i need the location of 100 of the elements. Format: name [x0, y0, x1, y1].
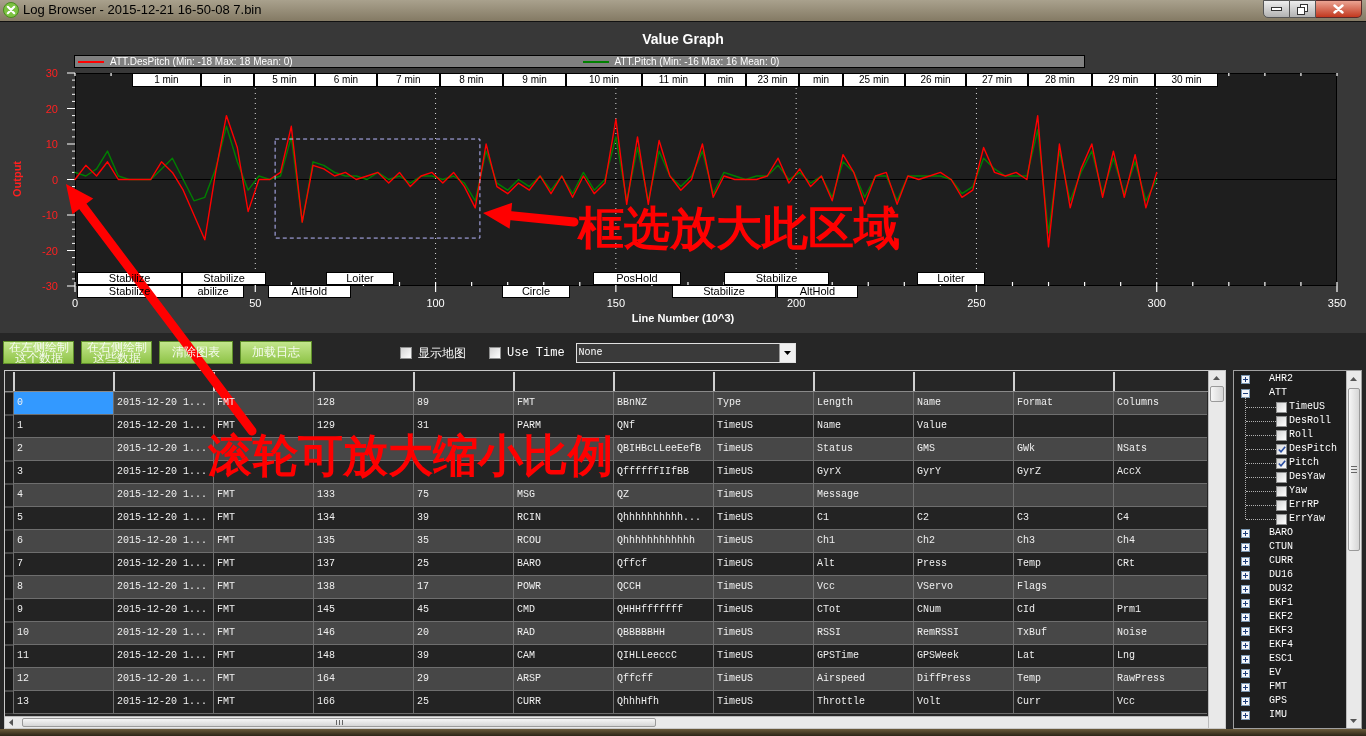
checkbox[interactable] — [400, 346, 412, 359]
vertical-scrollbar[interactable] — [1346, 371, 1361, 728]
legend-line-icon — [582, 60, 609, 63]
scroll-up-icon[interactable] — [1350, 377, 1357, 381]
checkbox[interactable] — [1276, 485, 1287, 497]
minimize-button[interactable] — [1263, 0, 1290, 18]
checkbox-label[interactable]: 显示地图 — [418, 345, 466, 360]
horizontal-scrollbar[interactable] — [5, 716, 1208, 728]
tree-item[interactable]: IMU — [1269, 709, 1287, 721]
restore-button[interactable] — [1290, 0, 1316, 18]
legend-label: ATT.Pitch (Min: -16 Max: 16 Mean: 0) — [614, 56, 780, 67]
tree-item[interactable]: ATT — [1269, 387, 1287, 399]
checkbox[interactable] — [1276, 499, 1287, 511]
expand-icon[interactable] — [1241, 626, 1250, 636]
expand-icon[interactable] — [1241, 668, 1250, 678]
tree-item[interactable]: DesPitch — [1289, 443, 1337, 455]
table-cell: 0 — [13, 392, 113, 415]
tree-item[interactable]: GPS — [1269, 695, 1287, 707]
expand-icon[interactable] — [1241, 640, 1250, 650]
checkbox[interactable] — [1276, 471, 1287, 483]
tree-item[interactable]: EKF3 — [1269, 625, 1293, 637]
scroll-up-icon[interactable] — [1213, 376, 1220, 380]
tree-item[interactable]: EV — [1269, 667, 1281, 679]
scroll-down-icon[interactable] — [1350, 719, 1357, 723]
time-label: 25 min — [843, 73, 906, 87]
table-cell: QhhhHfh — [613, 691, 713, 714]
tree-item[interactable]: AHR2 — [1269, 373, 1293, 385]
expand-icon[interactable] — [1241, 374, 1250, 384]
tree-item[interactable]: BARO — [1269, 527, 1293, 539]
tree-item[interactable]: FMT — [1269, 681, 1287, 693]
expand-icon[interactable] — [1241, 682, 1250, 692]
dropdown[interactable]: None — [575, 342, 796, 363]
table-row[interactable]: 6 2015-12-20 1... FMT 135 35 RCOU Qhhhhhhhhhhhh TimeUS Ch1 Ch2 Ch3 Ch4 — [5, 530, 1207, 553]
checkbox[interactable] — [1276, 513, 1287, 525]
checkbox[interactable] — [1276, 443, 1287, 455]
expand-icon[interactable] — [1241, 710, 1250, 720]
minimize-icon — [1271, 7, 1282, 11]
tree-item[interactable]: DU16 — [1269, 569, 1293, 581]
expand-icon[interactable] — [1241, 528, 1250, 538]
tree-item[interactable]: EKF1 — [1269, 597, 1293, 609]
tree-item[interactable]: CTUN — [1269, 541, 1293, 553]
y-tick-label: 0 — [51, 172, 58, 187]
tree-item[interactable]: EKF2 — [1269, 611, 1293, 623]
checkbox[interactable] — [489, 346, 501, 359]
tree-item[interactable]: ESC1 — [1269, 653, 1293, 665]
table-row[interactable]: 12 2015-12-20 1... FMT 164 29 ARSP Qffcff TimeUS Airspeed DiffPress Temp RawPress — [5, 668, 1207, 691]
expand-icon[interactable] — [1241, 696, 1250, 706]
x-tick-label: 250 — [967, 297, 986, 309]
tree-item[interactable]: DU32 — [1269, 583, 1293, 595]
selection-rectangle[interactable] — [274, 138, 481, 239]
table-row[interactable]: 4 2015-12-20 1... FMT 133 75 MSG QZ TimeUS Message — [5, 484, 1207, 507]
y-tick-label: -20 — [42, 243, 58, 258]
expand-icon[interactable] — [1241, 556, 1250, 566]
checkbox-label[interactable]: Use Time — [507, 345, 565, 360]
tree-item[interactable]: EKF4 — [1269, 639, 1293, 651]
tree-item[interactable]: Roll — [1289, 429, 1313, 441]
tree-item[interactable]: CURR — [1269, 555, 1293, 567]
checkbox[interactable] — [1276, 429, 1287, 441]
y-tick-label: 10 — [45, 137, 58, 151]
table-row[interactable]: 11 2015-12-20 1... FMT 148 39 CAM QIHLLeeccC TimeUS GPSTime GPSWeek Lat Lng — [5, 645, 1207, 668]
table-cell: TimeUS — [713, 691, 813, 714]
mode-label: Circle — [501, 285, 571, 298]
mode-label: Stabilize — [724, 272, 829, 285]
legend-label: ATT.DesPitch (Min: -18 Max: 18 Mean: 0) — [110, 56, 293, 67]
time-label: 9 min — [503, 73, 567, 87]
table-row[interactable]: 13 2015-12-20 1... FMT 166 25 CURR QhhhHfh TimeUS Throttle Volt Curr Vcc — [5, 691, 1207, 714]
time-label: 11 min — [641, 73, 705, 87]
vertical-scrollbar[interactable] — [1208, 371, 1225, 728]
expand-icon[interactable] — [1241, 598, 1250, 608]
collapse-icon[interactable] — [1241, 388, 1250, 398]
time-label: 5 min — [253, 73, 316, 87]
expand-icon[interactable] — [1241, 542, 1250, 552]
scrollbar-thumb[interactable] — [1210, 386, 1224, 402]
table-row[interactable]: 8 2015-12-20 1... FMT 138 17 POWR QCCH TimeUS Vcc VServo Flags — [5, 576, 1207, 599]
expand-icon[interactable] — [1241, 612, 1250, 622]
expand-icon[interactable] — [1241, 584, 1250, 594]
table-cell: 25 — [413, 691, 513, 714]
expand-icon[interactable] — [1241, 570, 1250, 580]
tree-item[interactable]: Pitch — [1289, 457, 1319, 469]
table-row[interactable]: 10 2015-12-20 1... FMT 146 20 RAD QBBBBBHH TimeUS RSSI RemRSSI TxBuf Noise — [5, 622, 1207, 645]
expand-icon[interactable] — [1241, 654, 1250, 664]
close-button[interactable] — [1316, 0, 1362, 18]
table-cell: 2015-12-20 1... — [113, 691, 213, 714]
tree-item[interactable]: Yaw — [1289, 485, 1307, 497]
tree-item[interactable]: TimeUS — [1289, 401, 1325, 413]
table-row[interactable]: 9 2015-12-20 1... FMT 145 45 CMD QHHHfffffff TimeUS CTot CNum CId Prm1 — [5, 599, 1207, 622]
scrollbar-thumb[interactable] — [1348, 388, 1360, 551]
tree-item[interactable]: DesRoll — [1289, 415, 1331, 427]
tree-item[interactable]: DesYaw — [1289, 471, 1325, 483]
checkbox[interactable] — [1276, 415, 1287, 427]
tree-item[interactable]: ErrYaw — [1289, 513, 1325, 525]
grip-icon — [1351, 466, 1357, 473]
checkbox[interactable] — [1276, 401, 1287, 413]
table-row[interactable]: 5 2015-12-20 1... FMT 134 39 RCIN Qhhhhhhhhhh... TimeUS C1 C2 C3 C4 — [5, 507, 1207, 530]
table-row[interactable]: 7 2015-12-20 1... FMT 137 25 BARO Qffcf TimeUS Alt Press Temp CRt — [5, 553, 1207, 576]
checkbox[interactable] — [1276, 457, 1287, 469]
dropdown-button[interactable] — [778, 343, 795, 362]
tree-item[interactable]: ErrRP — [1289, 499, 1319, 511]
scroll-left-icon[interactable] — [9, 719, 13, 726]
scrollbar-thumb[interactable] — [22, 718, 656, 727]
